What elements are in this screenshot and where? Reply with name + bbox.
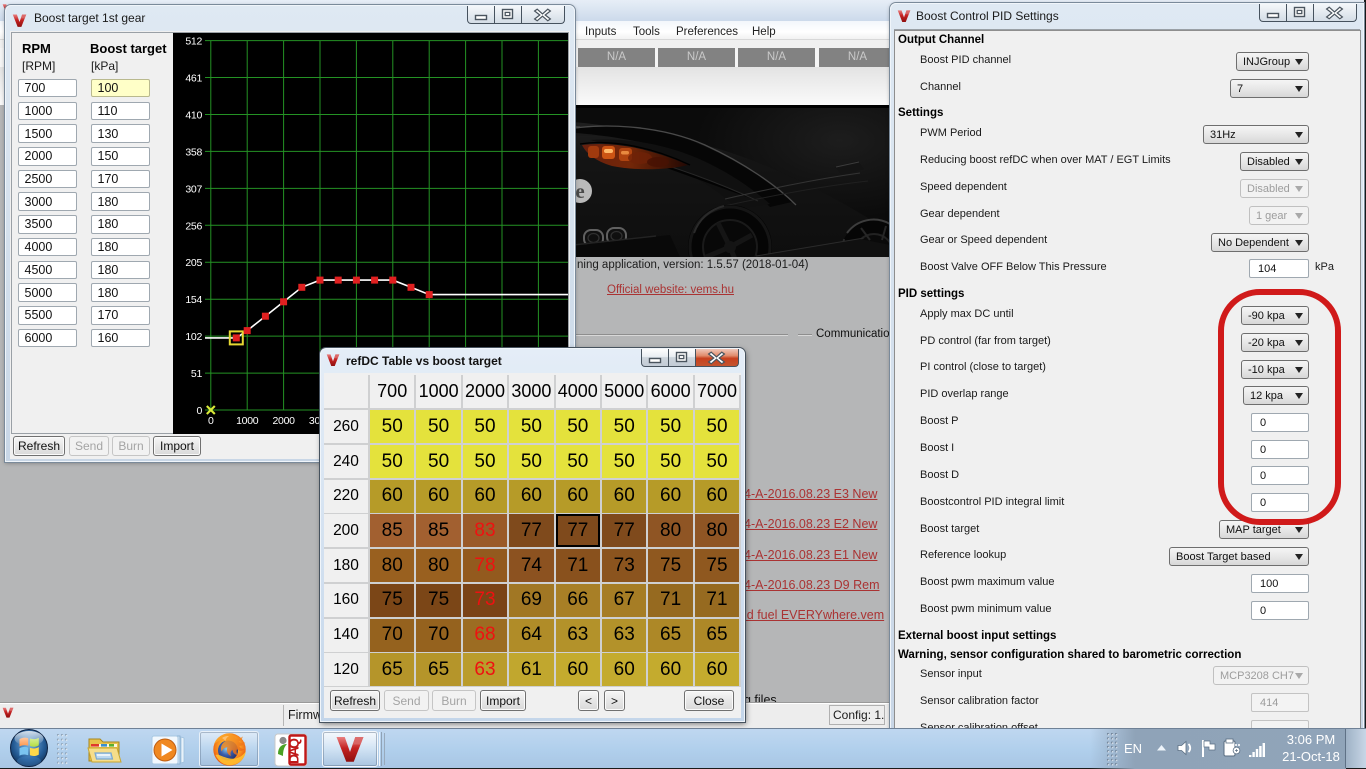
svg-text:2000: 2000 — [273, 415, 296, 427]
svg-text:512: 512 — [185, 36, 202, 48]
svg-text:461: 461 — [185, 73, 202, 85]
svg-text:256: 256 — [185, 220, 202, 232]
svg-text:410: 410 — [185, 110, 202, 122]
svg-text:0: 0 — [208, 415, 214, 427]
svg-text:0: 0 — [196, 405, 202, 417]
svg-text:51: 51 — [191, 368, 203, 380]
svg-text:102: 102 — [185, 331, 202, 343]
svg-text:307: 307 — [185, 183, 202, 195]
svg-text:358: 358 — [185, 146, 202, 158]
svg-text:DAQ: DAQ — [286, 738, 302, 764]
svg-text:1000: 1000 — [236, 415, 259, 427]
svg-text:e: e — [575, 179, 584, 203]
svg-text:154: 154 — [185, 294, 202, 306]
svg-text:205: 205 — [185, 257, 202, 269]
